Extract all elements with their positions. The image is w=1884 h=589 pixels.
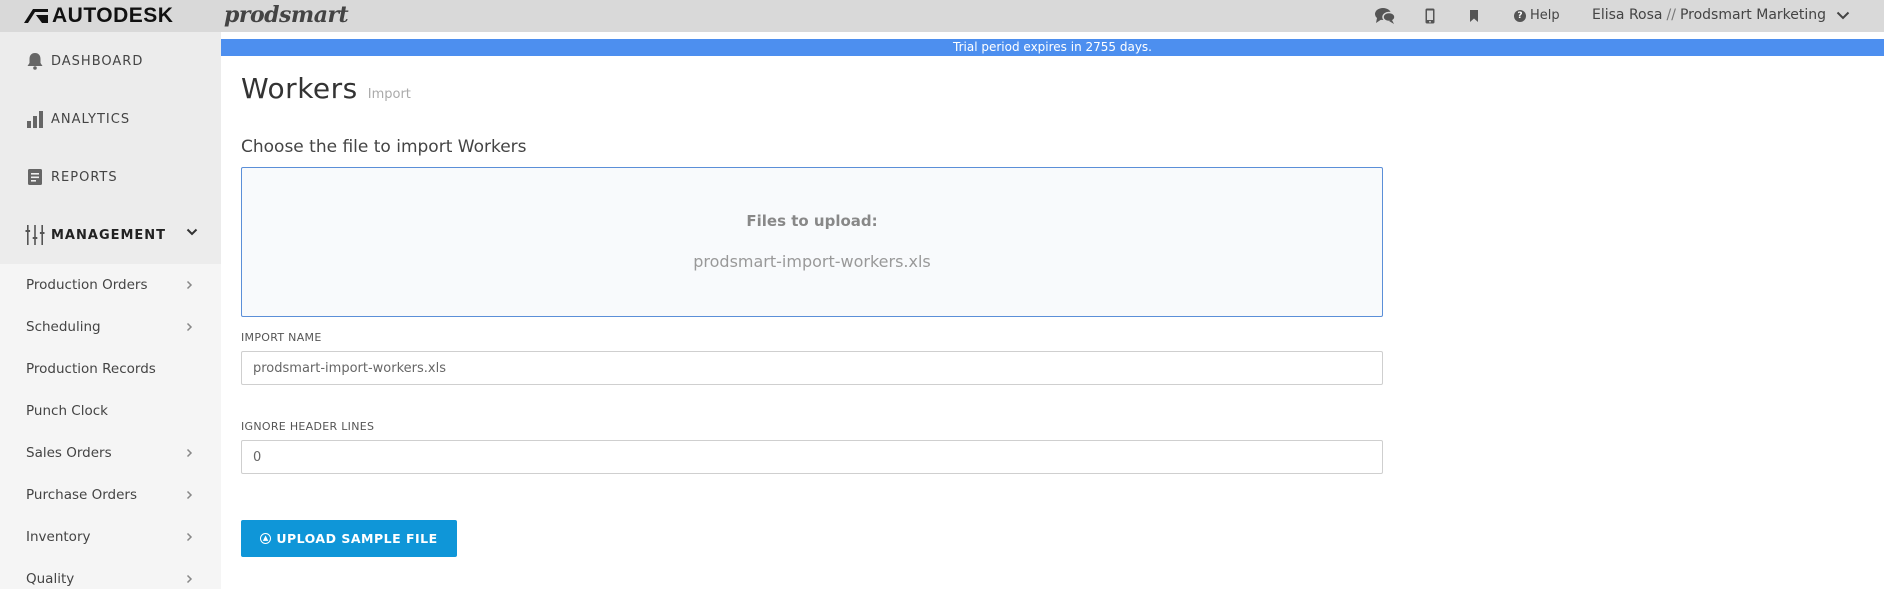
chevron-right-icon [186, 490, 193, 500]
page-subtitle: Import [367, 87, 411, 102]
dropzone-label: Files to upload: [746, 212, 878, 230]
sidebar-item-quality[interactable]: Quality [0, 558, 221, 589]
sidebar-item-label: Production Records [26, 361, 156, 377]
import-name-label: IMPORT NAME [241, 331, 322, 344]
sidebar-item-reports[interactable]: REPORTS [0, 148, 221, 206]
circle-arrow-icon: ▲ [260, 533, 272, 544]
sidebar-item-punch-clock[interactable]: Punch Clock [0, 390, 221, 432]
sidebar-item-sales-orders[interactable]: Sales Orders [0, 432, 221, 474]
help-icon: ? [1514, 9, 1526, 22]
product-logo[interactable]: prodsmart [224, 2, 349, 28]
sidebar-item-label: REPORTS [51, 169, 118, 185]
sidebar-item-label: Sales Orders [26, 445, 112, 461]
trial-banner: Trial period expires in 2755 days. [221, 39, 1884, 56]
chevron-right-icon [186, 280, 193, 290]
user-name: Elisa Rosa [1592, 7, 1663, 23]
sidebar: DASHBOARD ANALYTICS REPORTS MANAGEMENT P… [0, 32, 221, 589]
autodesk-logo[interactable]: AUTODESK [24, 4, 174, 27]
help-label: Help [1530, 8, 1560, 23]
dropzone-file-name: prodsmart-import-workers.xls [693, 252, 931, 271]
company-name: Prodsmart Marketing [1679, 7, 1827, 23]
sidebar-item-dashboard[interactable]: DASHBOARD [0, 32, 221, 90]
bookmark-icon[interactable] [1463, 6, 1485, 26]
sidebar-item-label: DASHBOARD [51, 53, 144, 69]
file-dropzone[interactable]: Files to upload: prodsmart-import-worker… [241, 167, 1383, 317]
page-header: Workers Import [241, 72, 411, 105]
bell-icon [25, 51, 45, 71]
brand-text: AUTODESK [52, 4, 174, 27]
user-separator: // [1666, 7, 1676, 23]
mobile-icon[interactable] [1419, 6, 1441, 26]
ignore-header-lines-input[interactable] [241, 440, 1383, 474]
management-submenu: Production Orders Scheduling Production … [0, 264, 221, 589]
sidebar-item-label: Purchase Orders [26, 487, 137, 503]
sidebar-main-group: DASHBOARD ANALYTICS REPORTS MANAGEMENT [0, 32, 221, 264]
report-icon [25, 167, 45, 187]
sidebar-item-analytics[interactable]: ANALYTICS [0, 90, 221, 148]
upload-button-label: UPLOAD SAMPLE FILE [276, 531, 438, 546]
sidebar-item-label: Quality [26, 571, 75, 587]
sidebar-item-management[interactable]: MANAGEMENT [0, 206, 221, 264]
user-menu[interactable]: Elisa Rosa // Prodsmart Marketing [1592, 7, 1850, 23]
page-title: Workers [241, 72, 358, 105]
chevron-down-icon [186, 228, 198, 236]
sidebar-item-label: Punch Clock [26, 403, 108, 419]
sidebar-item-label: ANALYTICS [51, 111, 131, 127]
sidebar-item-scheduling[interactable]: Scheduling [0, 306, 221, 348]
help-link[interactable]: ? Help [1514, 8, 1560, 23]
chevron-right-icon [186, 532, 193, 542]
sidebar-item-label: Production Orders [26, 277, 148, 293]
chevron-right-icon [186, 574, 193, 584]
autodesk-mark-icon [24, 9, 48, 23]
sidebar-item-label: MANAGEMENT [51, 227, 167, 243]
choose-file-heading: Choose the file to import Workers [241, 137, 527, 157]
import-name-input[interactable] [241, 351, 1383, 385]
sidebar-item-inventory[interactable]: Inventory [0, 516, 221, 558]
bar-chart-icon [25, 109, 45, 129]
sidebar-item-production-records[interactable]: Production Records [0, 348, 221, 390]
chevron-right-icon [186, 448, 193, 458]
ignore-header-lines-label: IGNORE HEADER LINES [241, 420, 375, 433]
sidebar-item-purchase-orders[interactable]: Purchase Orders [0, 474, 221, 516]
chat-icon[interactable] [1374, 6, 1396, 26]
sliders-icon [25, 225, 45, 245]
sidebar-item-production-orders[interactable]: Production Orders [0, 264, 221, 306]
sidebar-item-label: Scheduling [26, 319, 101, 335]
chevron-down-icon [1836, 11, 1850, 19]
top-bar: AUTODESK prodsmart ? Help Elisa Rosa // … [0, 0, 1884, 32]
chevron-right-icon [186, 322, 193, 332]
sidebar-item-label: Inventory [26, 529, 91, 545]
upload-sample-file-button[interactable]: ▲ UPLOAD SAMPLE FILE [241, 520, 457, 557]
